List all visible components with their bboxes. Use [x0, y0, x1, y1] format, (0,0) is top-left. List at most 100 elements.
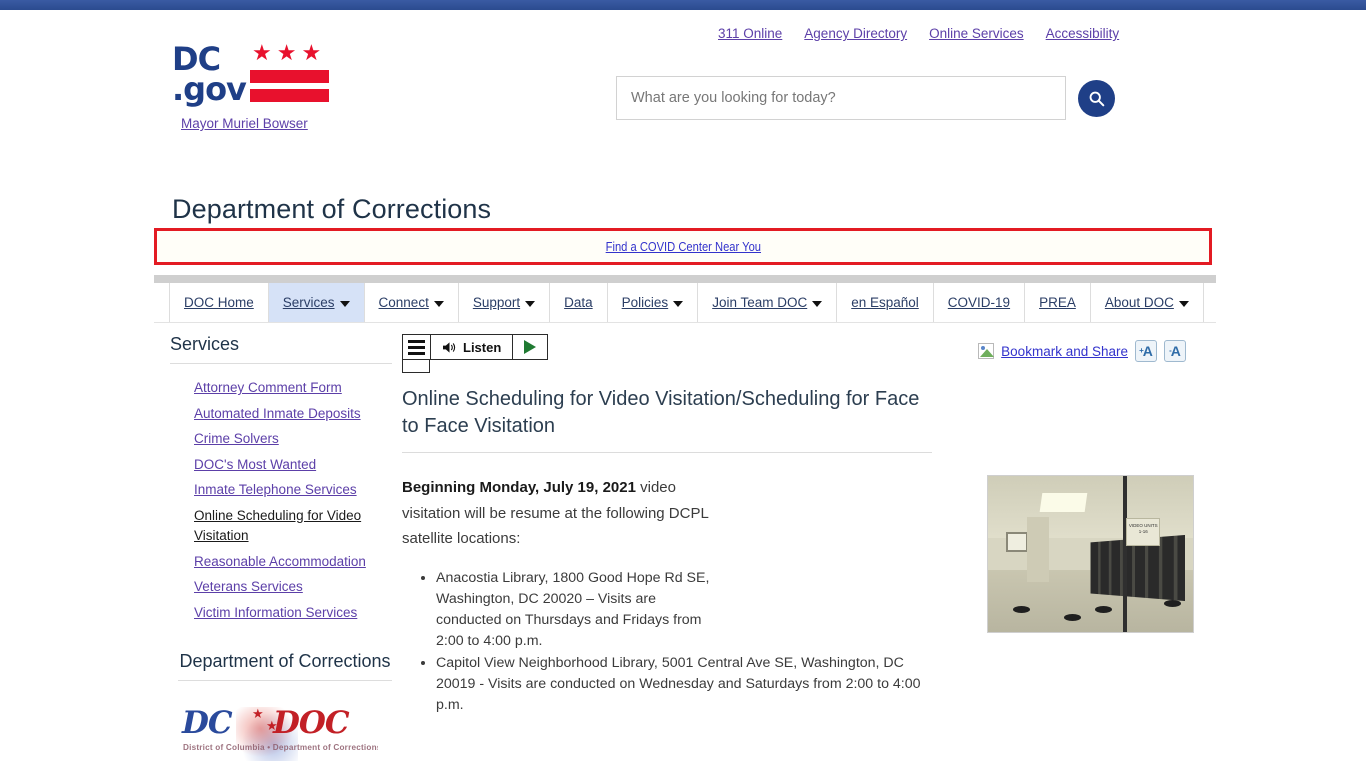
chevron-down-icon: [1178, 300, 1189, 307]
nav-label: Data: [564, 295, 593, 310]
chevron-down-icon: [812, 300, 823, 307]
nav-label: PREA: [1039, 295, 1076, 310]
list-item: Online Scheduling for Video Visitation: [194, 506, 402, 547]
logo-doc-word: DOC: [273, 705, 350, 741]
bookmark-share-broken-image-icon: [978, 343, 995, 359]
speaker-icon: [443, 341, 456, 353]
font-decrease-label: A: [1170, 343, 1181, 359]
listen-widget: Listen: [402, 334, 549, 360]
sidebar-link-list: Attorney Comment Form Automated Inmate D…: [170, 378, 402, 623]
nav-item-join-team-doc[interactable]: Join Team DOC: [698, 283, 838, 322]
photo-ceiling-light: [1039, 493, 1088, 512]
nav-item-doc-home[interactable]: DOC Home: [169, 283, 269, 322]
sidebar-heading: Services: [170, 334, 392, 364]
main-content: Listen Bookmark and Share + A -A Online S…: [402, 324, 1216, 768]
mayor-link[interactable]: Mayor Muriel Bowser: [181, 116, 402, 131]
sidebar-item-docs-most-wanted[interactable]: DOC's Most Wanted: [194, 457, 316, 472]
nav-label: COVID-19: [947, 295, 1011, 310]
dc-flag-icon: ★ ★ ★: [250, 42, 329, 108]
utility-link-311-online[interactable]: 311 Online: [718, 26, 782, 41]
sidebar-item-inmate-telephone-services[interactable]: Inmate Telephone Services: [194, 482, 357, 497]
play-button[interactable]: [513, 335, 547, 359]
sidebar-item-attorney-comment-form[interactable]: Attorney Comment Form: [194, 380, 342, 395]
flag-star-1: ★: [252, 40, 272, 65]
site-header: 311 Online Agency Directory Online Servi…: [150, 10, 1216, 170]
sidebar-heading-department: Department of Corrections: [178, 651, 392, 681]
logo-tagline: District of Columbia • Department of Cor…: [183, 743, 378, 752]
nav-label: About DOC: [1104, 295, 1174, 310]
play-icon: [524, 340, 537, 354]
page-title: Department of Corrections: [172, 194, 492, 225]
sidebar-item-online-scheduling-for-video-visitation[interactable]: Online Scheduling for Video Visitation: [194, 508, 361, 544]
share-and-font-controls: Bookmark and Share + A -A: [978, 340, 1186, 362]
list-item: Attorney Comment Form: [194, 378, 402, 399]
sidebar-item-victim-information-services[interactable]: Victim Information Services: [194, 605, 357, 620]
list-item: Automated Inmate Deposits: [194, 404, 402, 425]
list-item: Reasonable Accommodation: [194, 552, 402, 573]
photo-column: [1026, 516, 1049, 583]
utility-link-accessibility[interactable]: Accessibility: [1046, 26, 1120, 41]
nav-label: Services: [282, 295, 335, 310]
sidebar-item-veterans-services[interactable]: Veterans Services: [194, 579, 303, 594]
dc-gov-logo: DC .gov ★ ★ ★: [172, 42, 335, 110]
flag-bar-top: [250, 70, 329, 83]
nav-top-divider: [154, 275, 1216, 283]
sidebar-item-reasonable-accommodation[interactable]: Reasonable Accommodation: [194, 554, 366, 569]
chevron-down-icon: [673, 300, 684, 307]
sidebar: Services Attorney Comment Form Automated…: [154, 324, 402, 768]
sidebar-item-automated-inmate-deposits[interactable]: Automated Inmate Deposits: [194, 406, 361, 421]
logo-dc-word: DC: [182, 705, 233, 741]
listen-button[interactable]: Listen: [431, 335, 514, 359]
sidebar-item-crime-solvers[interactable]: Crime Solvers: [194, 431, 279, 446]
list-item: Veterans Services: [194, 577, 402, 598]
chevron-down-icon: [339, 300, 350, 307]
intro-paragraph: Beginning Monday, July 19, 2021 video vi…: [402, 475, 712, 552]
dc-gov-logo-block[interactable]: DC .gov ★ ★ ★ Mayor Muriel Bowser: [172, 42, 402, 131]
hamburger-menu-icon[interactable]: [403, 335, 431, 359]
intro-section: VIDEO UNITS 1-16 Beginning Monday, July …: [402, 475, 1194, 716]
search-icon: [1089, 91, 1105, 106]
utility-nav: 311 Online Agency Directory Online Servi…: [718, 26, 1119, 41]
chevron-down-icon: [433, 300, 444, 307]
list-item: Crime Solvers: [194, 429, 402, 450]
search-area: [616, 76, 1115, 120]
search-input[interactable]: [616, 76, 1066, 120]
bookmark-and-share-link[interactable]: Bookmark and Share: [1001, 344, 1128, 359]
nav-item-data[interactable]: Data: [550, 283, 608, 322]
utility-link-online-services[interactable]: Online Services: [929, 26, 1024, 41]
chevron-down-icon: [525, 300, 536, 307]
main-navigation: DOC Home Services Connect Support Data P…: [154, 283, 1216, 323]
nav-item-connect[interactable]: Connect: [365, 283, 459, 322]
photo-video-units-sign: VIDEO UNITS 1-16: [1126, 518, 1161, 547]
body-area: Services Attorney Comment Form Automated…: [154, 324, 1216, 768]
list-item: DOC's Most Wanted: [194, 455, 402, 476]
font-increase-label: A: [1142, 343, 1153, 359]
list-item: Capitol View Neighborhood Library, 5001 …: [436, 653, 926, 716]
font-increase-button[interactable]: + A: [1135, 340, 1157, 362]
nav-label: DOC Home: [184, 295, 254, 310]
flag-stars: ★ ★ ★: [250, 42, 329, 64]
nav-item-support[interactable]: Support: [459, 283, 551, 322]
nav-item-policies[interactable]: Policies: [608, 283, 699, 322]
nav-item-services[interactable]: Services: [268, 283, 365, 322]
list-item: Anacostia Library, 1800 Good Hope Rd SE,…: [436, 568, 721, 652]
nav-item-prea[interactable]: PREA: [1025, 283, 1091, 322]
flag-star-3: ★: [301, 40, 322, 65]
logo-gov-text: .gov: [172, 70, 247, 108]
photo-support-pole: [1123, 476, 1128, 632]
dc-doc-agency-logo: DC DOC ★ ★ District of Columbia • Depart…: [178, 703, 378, 765]
list-item: Inmate Telephone Services: [194, 480, 402, 501]
video-visitation-room-photo: VIDEO UNITS 1-16: [987, 475, 1194, 633]
nav-item-about-doc[interactable]: About DOC: [1091, 283, 1204, 322]
page-root: 311 Online Agency Directory Online Servi…: [0, 10, 1366, 761]
utility-link-agency-directory[interactable]: Agency Directory: [804, 26, 907, 41]
list-item: Victim Information Services: [194, 603, 402, 624]
flag-star-2: ★: [276, 40, 297, 65]
font-decrease-button[interactable]: -A: [1164, 340, 1186, 362]
content-heading: Online Scheduling for Video Visitation/S…: [402, 386, 932, 453]
nav-item-en-espanol[interactable]: en Español: [837, 283, 934, 322]
covid-center-link[interactable]: Find a COVID Center Near You: [605, 239, 760, 254]
nav-item-covid-19[interactable]: COVID-19: [934, 283, 1026, 322]
search-button[interactable]: [1078, 79, 1115, 117]
logo-star-2: ★: [266, 718, 278, 733]
